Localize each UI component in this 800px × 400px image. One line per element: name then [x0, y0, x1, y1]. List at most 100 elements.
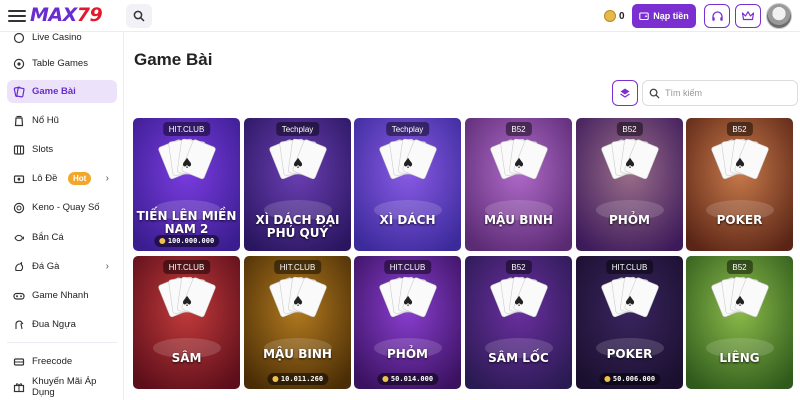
- svg-text:♠: ♠: [181, 156, 194, 172]
- game-card[interactable]: ♠ HIT.CLUB Poker 50.006.000: [576, 256, 683, 389]
- game-card[interactable]: ♠ HIT.CLUB Mậu Binh 10.011.260: [244, 256, 351, 389]
- gamepad-icon: [13, 290, 25, 302]
- top-bar: MAX79 0 Nạp tiền: [0, 0, 800, 32]
- game-title: Sâm: [171, 351, 202, 365]
- game-title: Liêng: [719, 351, 760, 365]
- sidebar-item-l-[interactable]: Lô Đề Hot ›: [7, 167, 117, 190]
- game-thumbnail: ♠: [465, 118, 572, 251]
- game-thumbnail: ♠: [244, 256, 351, 389]
- coin-icon: [158, 238, 165, 244]
- provider-badge: B52: [726, 122, 753, 136]
- provider-badge: B52: [726, 260, 753, 274]
- vip-button[interactable]: [735, 4, 761, 28]
- sidebar-item-label: Game Nhanh: [32, 290, 89, 301]
- sidebar-item-n-h-[interactable]: Nổ Hũ: [7, 109, 117, 132]
- game-thumbnail: ♠: [686, 118, 793, 251]
- game-card[interactable]: ♠ B52 Phỏm: [576, 118, 683, 251]
- sidebar-item--ua-ng-a[interactable]: Đua Ngựa: [7, 313, 117, 336]
- game-title: Poker: [606, 347, 653, 361]
- search-input[interactable]: [665, 88, 785, 98]
- sidebar-item-label: Khuyến Mãi Áp Dụng: [32, 375, 97, 398]
- sidebar-item-live-casino[interactable]: Live Casino: [7, 32, 117, 49]
- headset-icon: [711, 10, 723, 21]
- svg-text:♠: ♠: [624, 156, 637, 172]
- keno-icon: [13, 202, 25, 214]
- svg-text:♠: ♠: [402, 156, 415, 172]
- game-card[interactable]: ♠ HIT.CLUB Phỏm 50.014.000: [354, 256, 461, 389]
- provider-label: HIT.CLUB: [389, 262, 426, 272]
- chevron-right-icon[interactable]: ›: [106, 261, 109, 272]
- support-button[interactable]: [704, 4, 730, 28]
- avatar[interactable]: [766, 3, 792, 29]
- lottery-icon: [13, 173, 25, 185]
- sidebar-item-label: Slots: [32, 144, 54, 155]
- chevron-right-icon[interactable]: ›: [106, 173, 109, 184]
- game-title: Sâm Lốc: [488, 351, 549, 365]
- jackpot-badge: 100.000.000: [153, 235, 220, 247]
- game-card[interactable]: ♠ HIT.CLUB Sâm: [133, 256, 240, 389]
- search-box[interactable]: [642, 80, 798, 106]
- sidebar-item--g-[interactable]: Đá Gà ›: [7, 255, 117, 278]
- sidebar-item-slots[interactable]: Slots: [7, 138, 117, 161]
- provider-label: Techplay: [391, 124, 424, 134]
- sidebar-item-freecode[interactable]: Freecode: [7, 350, 117, 373]
- menu-icon[interactable]: [8, 7, 26, 25]
- sidebar-item-label: Freecode: [32, 356, 73, 367]
- sidebar-item-label: Đá Gà: [32, 261, 60, 272]
- game-thumbnail: ♠: [576, 118, 683, 251]
- game-card[interactable]: ♠ B52 Mậu Binh: [465, 118, 572, 251]
- game-card[interactable]: ♠ Techplay Xì Dách: [354, 118, 461, 251]
- svg-text:♠: ♠: [734, 156, 747, 172]
- jackpot-badge: 50.014.000: [376, 373, 439, 385]
- game-title: Xì Dách Đại Phú Quý: [255, 213, 340, 241]
- balance-value: 0: [619, 10, 625, 22]
- gift-icon: [13, 381, 25, 393]
- coin-icon: [604, 10, 616, 22]
- game-card[interactable]: ♠ Techplay Xì Dách Đại Phú Quý: [244, 118, 351, 251]
- provider-badge: HIT.CLUB: [162, 260, 211, 274]
- hot-badge: Hot: [68, 172, 92, 185]
- jar-icon: [13, 115, 25, 127]
- game-title: Tiến Lên Miền Nam 2: [136, 209, 237, 237]
- sidebar-item-label: Keno - Quay Số: [32, 202, 100, 213]
- game-card[interactable]: ♠ B52 Sâm Lốc: [465, 256, 572, 389]
- jackpot-value: 100.000.000: [167, 237, 215, 245]
- game-card[interactable]: ♠ HIT.CLUB Tiến Lên Miền Nam 2 100.000.000: [133, 118, 240, 251]
- sidebar-item-keno-quay-s-[interactable]: Keno - Quay Số: [7, 196, 117, 219]
- coin-icon: [271, 376, 278, 382]
- sidebar-item-game-b-i[interactable]: Game Bài: [7, 80, 117, 103]
- sidebar-item-label: Nổ Hũ: [32, 115, 59, 126]
- provider-badge: B52: [505, 260, 532, 274]
- search-button[interactable]: [126, 4, 152, 28]
- balance: 0: [604, 5, 630, 27]
- game-thumbnail: ♠: [686, 256, 793, 389]
- game-thumbnail: ♠: [133, 256, 240, 389]
- sidebar-item-label: Đua Ngựa: [32, 319, 76, 330]
- game-title: Phỏm: [609, 213, 650, 227]
- live-casino-icon: [13, 32, 25, 44]
- game-card[interactable]: ♠ B52 Liêng: [686, 256, 793, 389]
- search-icon: [649, 88, 660, 99]
- sidebar-item-khuy-n-m-i-p-d-ng[interactable]: Khuyến Mãi Áp Dụng: [7, 375, 117, 398]
- logo-text: MAX: [30, 4, 77, 26]
- game-card[interactable]: ♠ B52 Poker: [686, 118, 793, 251]
- sidebar-item-b-n-c-[interactable]: Bắn Cá: [7, 226, 117, 249]
- provider-badge: HIT.CLUB: [162, 122, 211, 136]
- sidebar-item-game-nhanh[interactable]: Game Nhanh: [7, 284, 117, 307]
- provider-badge: B52: [505, 122, 532, 136]
- slots-icon: [13, 144, 25, 156]
- sidebar-item-label: Table Games: [32, 58, 88, 69]
- deposit-button[interactable]: Nạp tiền: [632, 4, 696, 28]
- sidebar-item-table-games[interactable]: Table Games: [7, 52, 117, 75]
- crown-icon: [741, 11, 755, 21]
- provider-label: B52: [732, 262, 747, 272]
- jackpot-badge: 50.006.000: [598, 373, 661, 385]
- provider-label: HIT.CLUB: [168, 124, 205, 134]
- coin-icon: [381, 376, 388, 382]
- logo[interactable]: MAX79: [30, 4, 103, 28]
- main-content: Game Bài ♠ HIT.CLUB Tiến Lên Miền Nam 2100…: [124, 32, 800, 400]
- provider-label: B52: [732, 124, 747, 134]
- svg-text:♠: ♠: [402, 294, 415, 310]
- provider-label: Techplay: [281, 124, 314, 134]
- filter-button[interactable]: [612, 80, 638, 106]
